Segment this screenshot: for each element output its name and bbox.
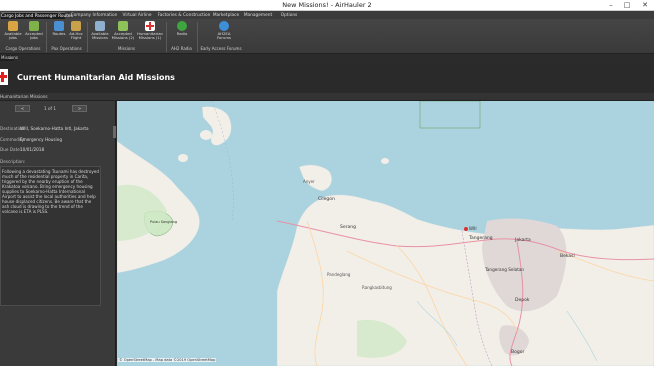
humanitarian-missions-icon [145,21,155,31]
forums-label: AH2EA Forums [216,31,232,41]
radio-button[interactable]: Radio [170,21,194,46]
accepted-jobs-label: Accepted Jobs [25,31,43,41]
adhoc-flight-label: Ad-Hoc Flight [69,31,83,41]
panel-splitter-handle[interactable] [113,126,116,138]
tab-cargo-jobs[interactable]: Cargo Jobs and Passenger Routes [1,12,73,19]
map-attribution[interactable]: © OpenStreetMap - Map data ©2019 OpenStr… [118,358,217,362]
humanitarian-missions-button[interactable]: Humanitarian Missions (1) [136,21,164,46]
adhoc-flight-button[interactable]: Ad-Hoc Flight [64,21,88,46]
accepted-missions-label: Accepted Missions (2) [111,31,135,41]
mission-counter: 1 of 1 [44,106,57,111]
routes-icon [54,21,64,31]
tab-marketplace[interactable]: Marketplace [212,12,240,19]
radio-label: Radio [176,31,188,36]
page-header: Current Humanitarian Aid Missions [0,63,654,93]
description-text: Following a devastating Tsunami has dest… [0,166,101,306]
close-button[interactable]: ✕ [638,0,652,11]
tab-options[interactable]: Options [278,12,300,19]
doc-tab-missions[interactable]: Missions [0,55,18,61]
destination-value: WIII, Soekarno-Hatta Intl, Jakarta [20,126,89,131]
adhoc-flight-icon [71,21,81,31]
red-cross-icon [0,69,8,85]
group-ah2-radio: AH2 Radio [171,46,192,51]
radio-icon [177,21,187,31]
doc-tab-close-icon[interactable]: x [9,55,11,60]
place-label-rangkasbitung: Rangkasbitung [362,285,392,290]
accepted-jobs-button[interactable]: Accepted Jobs [22,21,46,46]
minimize-button[interactable]: – [604,0,618,11]
forums-button[interactable]: AH2EA Forums [212,21,236,46]
island-small [200,130,212,140]
group-cargo-operations: Cargo Operations [5,46,41,51]
forums-icon [219,21,229,31]
due-date-value: 10/01/2018 [20,147,45,152]
ribbon-toolbar: Available Jobs Accepted Jobs Routes Ad-H… [0,19,654,54]
previous-mission-button[interactable]: < [15,105,30,112]
tab-company-information[interactable]: Company Information [70,12,118,19]
place-label-serang: Serang [340,224,356,230]
place-label-anyer: Anyer [303,179,315,184]
commodity-value: Emergency Housing [20,137,62,142]
accepted-jobs-icon [29,21,39,31]
available-jobs-icon [8,21,18,31]
place-label-bekasi: Bekasi [560,253,575,259]
main-tab-bar: Cargo Jobs and Passenger Routes Company … [0,11,654,19]
place-label-bogor: Bogor [511,349,524,355]
place-label-depok: Depok [515,297,530,303]
place-label-jakarta: Jakarta [514,237,531,243]
airport-marker-label: WIII [469,226,477,231]
island-tiny [178,154,188,162]
group-early-access-forums: Early Access Forums [200,46,242,51]
mission-details-panel: < 1 of 1 > Destination: WIII, Soekarno-H… [0,101,116,366]
page-title: Current Humanitarian Aid Missions [17,73,175,82]
map-view[interactable]: Cilegon Serang Tangerang Jakarta Bekasi … [117,101,654,366]
place-label-cilegon: Cilegon [318,196,335,202]
next-mission-button[interactable]: > [72,105,87,112]
description-label: Description: [0,159,26,164]
map-canvas: Cilegon Serang Tangerang Jakarta Bekasi … [117,101,654,366]
humanitarian-missions-tab-label: Humanitarian Missions [0,94,48,99]
available-missions-label: Available Missions [91,31,109,41]
accepted-missions-icon [118,21,128,31]
place-label-pandeglang: Pandeglang [327,272,351,277]
group-missions: Missions [118,46,135,51]
due-date-label: Due Date: [0,147,22,152]
window-title: New Missions! - AirHauler 2 [282,1,372,9]
group-pax-operations: Pax Operations [51,46,82,51]
place-label-sangiang: Pulau Sangiang [150,220,177,224]
place-label-tangerang-selatan: Tangerang Selatan [484,267,524,272]
airport-marker-icon [464,227,468,231]
available-missions-button[interactable]: Available Missions [88,21,112,46]
tab-factories[interactable]: Factories & Construction [156,12,212,19]
maximize-button[interactable]: □ [620,0,634,11]
humanitarian-missions-label: Humanitarian Missions (1) [137,31,163,41]
tab-virtual-airline[interactable]: Virtual Airline [120,12,154,19]
island-east [381,158,389,164]
humanitarian-missions-tab[interactable]: Humanitarian Missions [0,93,654,101]
available-missions-icon [95,21,105,31]
place-label-tangerang: Tangerang [468,235,493,241]
title-bar: New Missions! - AirHauler 2 – □ ✕ [0,0,654,11]
tab-management[interactable]: Management [243,12,273,19]
accepted-missions-button[interactable]: Accepted Missions (2) [111,21,135,46]
